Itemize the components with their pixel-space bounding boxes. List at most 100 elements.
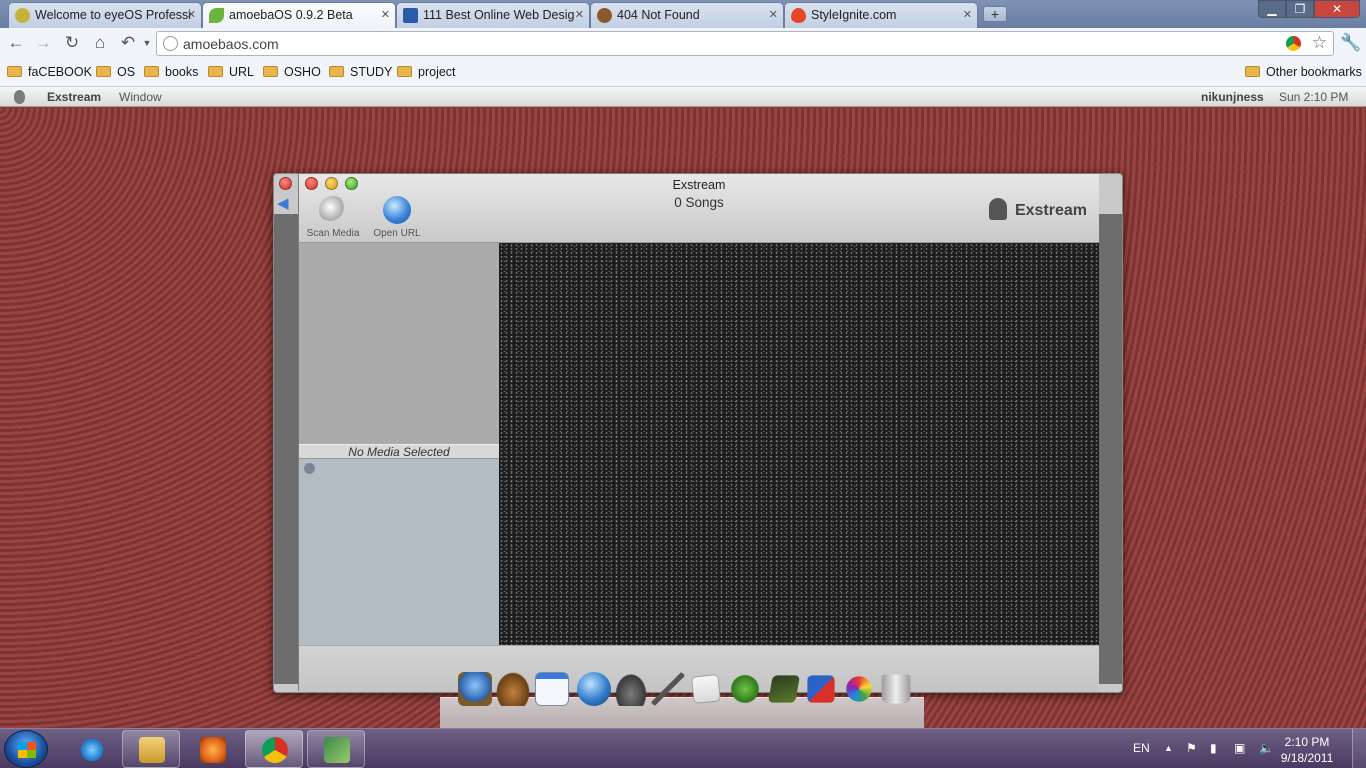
info-toggle-icon[interactable] xyxy=(304,463,315,474)
close-icon[interactable]: ✕ xyxy=(575,3,584,27)
forward-icon[interactable]: → xyxy=(32,32,54,54)
magnifier-icon xyxy=(319,196,347,224)
tab-eyeos[interactable]: Welcome to eyeOS Professi ✕ xyxy=(8,2,202,28)
close-window-button[interactable]: ✕ xyxy=(1314,0,1360,18)
menu-app-name[interactable]: Exstream xyxy=(47,90,101,104)
scan-media-button[interactable]: Scan Media xyxy=(300,196,366,239)
screen: Welcome to eyeOS Professi ✕ amoebaOS 0.9… xyxy=(0,0,1366,768)
media-player-icon xyxy=(200,737,226,763)
close-icon[interactable]: ✕ xyxy=(187,3,196,27)
earth-icon[interactable] xyxy=(577,672,611,706)
folder-icon xyxy=(397,66,412,77)
tab-404[interactable]: 404 Not Found ✕ xyxy=(590,2,784,28)
star-icon[interactable]: ☆ xyxy=(1312,33,1327,53)
bookmark-label: OSHO xyxy=(284,65,321,79)
minimize-button[interactable]: ▁ xyxy=(1258,0,1286,18)
window-side-panel xyxy=(1098,214,1122,684)
amoeba-logo-icon[interactable] xyxy=(14,90,25,104)
folder-icon xyxy=(208,66,223,77)
trash-icon[interactable] xyxy=(881,674,911,704)
tab-styleignite[interactable]: StyleIgnite.com ✕ xyxy=(784,2,978,28)
open-url-label: Open URL xyxy=(373,228,421,239)
taskbar-app[interactable] xyxy=(307,730,365,768)
coffee-cup-icon[interactable] xyxy=(496,672,530,706)
taskbar-chrome[interactable] xyxy=(245,730,303,768)
folder-icon xyxy=(7,66,22,77)
back-arrow-icon[interactable]: ◀ xyxy=(277,194,289,212)
bookmarks-bar: faCEBOOK OS books URL OSHO STUDY project… xyxy=(0,60,1366,87)
menu-user[interactable]: nikunjness xyxy=(1201,90,1264,104)
device-icon[interactable]: ▮ xyxy=(1210,741,1217,755)
exstream-window[interactable]: Exstream 0 Songs Scan Media Open URL Exs… xyxy=(298,173,1099,692)
home-icon[interactable]: ⌂ xyxy=(89,32,111,54)
maximize-button[interactable]: ❐ xyxy=(1286,0,1314,18)
taskbar-media-player[interactable] xyxy=(183,730,241,768)
browser-toolbar: ← → ↻ ⌂ ↶ ▼ amoebaos.com ☆ 🔧 xyxy=(0,28,1366,60)
pencils-icon[interactable] xyxy=(807,675,835,703)
show-desktop-button[interactable] xyxy=(1352,729,1366,768)
chart-icon[interactable] xyxy=(768,675,800,703)
bookmark-label: project xyxy=(418,65,456,79)
language-indicator[interactable]: EN xyxy=(1133,741,1150,755)
flame-icon xyxy=(791,8,806,23)
folder-icon xyxy=(1245,66,1260,77)
chrome-icon xyxy=(262,737,288,763)
windows-logo-icon xyxy=(18,742,36,758)
new-tab-button[interactable]: + xyxy=(983,6,1007,22)
wrench-icon[interactable]: 🔧 xyxy=(1340,32,1362,54)
tab-title: amoebaOS 0.9.2 Beta xyxy=(229,8,353,22)
clock-time: 2:10 PM xyxy=(1284,735,1330,749)
show-hidden-icons-icon[interactable]: ▲ xyxy=(1164,743,1173,753)
ie-icon xyxy=(79,737,105,763)
address-bar[interactable]: amoebaos.com ☆ xyxy=(156,31,1334,56)
other-bookmarks[interactable]: Other bookmarks xyxy=(1245,65,1362,79)
start-button[interactable] xyxy=(4,730,48,768)
explorer-folder-icon xyxy=(139,737,165,763)
close-icon[interactable]: ✕ xyxy=(963,3,972,27)
bookmark-url[interactable]: URL xyxy=(208,65,254,79)
close-icon[interactable]: ✕ xyxy=(381,3,390,27)
bird-icon[interactable] xyxy=(728,672,762,706)
color-wheel-icon[interactable] xyxy=(846,676,872,702)
bookmark-books[interactable]: books xyxy=(144,65,198,79)
bookmark-label: faCEBOOK xyxy=(28,65,92,79)
media-info-pane xyxy=(299,459,499,647)
padlock-icon xyxy=(988,198,1007,220)
open-url-button[interactable]: Open URL xyxy=(364,196,430,239)
chrome-icon[interactable] xyxy=(1286,36,1301,51)
bookmark-label: books xyxy=(165,65,199,79)
taskbar-explorer[interactable] xyxy=(122,730,180,768)
close-icon[interactable] xyxy=(279,177,292,190)
no-media-label: No Media Selected xyxy=(299,444,499,459)
taskbar-ie[interactable] xyxy=(62,730,120,768)
back-icon[interactable]: ← xyxy=(5,32,27,54)
globe-icon xyxy=(163,36,178,51)
close-icon[interactable]: ✕ xyxy=(769,3,778,27)
tab-amoebaos[interactable]: amoebaOS 0.9.2 Beta ✕ xyxy=(202,2,396,29)
window-titlebar[interactable]: Exstream 0 Songs Scan Media Open URL Exs… xyxy=(299,174,1099,243)
bookmark-study[interactable]: STUDY xyxy=(329,65,392,79)
bookmark-os[interactable]: OS xyxy=(96,65,135,79)
folder-icon xyxy=(263,66,278,77)
window-icon[interactable] xyxy=(535,672,569,706)
chevron-down-icon[interactable]: ▼ xyxy=(136,32,158,54)
bookmark-facebook[interactable]: faCEBOOK xyxy=(7,65,92,79)
tab-web-design[interactable]: 111 Best Online Web Desig ✕ xyxy=(396,2,590,28)
pen-icon[interactable] xyxy=(651,672,685,706)
mail-icon[interactable] xyxy=(691,674,721,704)
globe-download-icon[interactable] xyxy=(458,672,492,706)
bookmark-osho[interactable]: OSHO xyxy=(263,65,321,79)
scan-media-label: Scan Media xyxy=(306,228,360,239)
network-icon[interactable]: ▣ xyxy=(1234,741,1245,755)
url-text: amoebaos.com xyxy=(183,36,279,52)
window-title: Exstream xyxy=(672,178,726,192)
video-display[interactable] xyxy=(499,243,1099,645)
bookmark-project[interactable]: project xyxy=(397,65,456,79)
reload-icon[interactable]: ↻ xyxy=(61,32,83,54)
menu-window[interactable]: Window xyxy=(119,90,162,104)
os-menu-bar: Exstream Window nikunjness Sun 2:10 PM xyxy=(0,87,1366,107)
action-center-flag-icon[interactable]: ⚑ xyxy=(1186,741,1197,755)
system-clock[interactable]: 2:10 PM 9/18/2011 xyxy=(1272,734,1342,766)
padlock-icon[interactable] xyxy=(614,672,648,706)
folder-icon xyxy=(329,66,344,77)
